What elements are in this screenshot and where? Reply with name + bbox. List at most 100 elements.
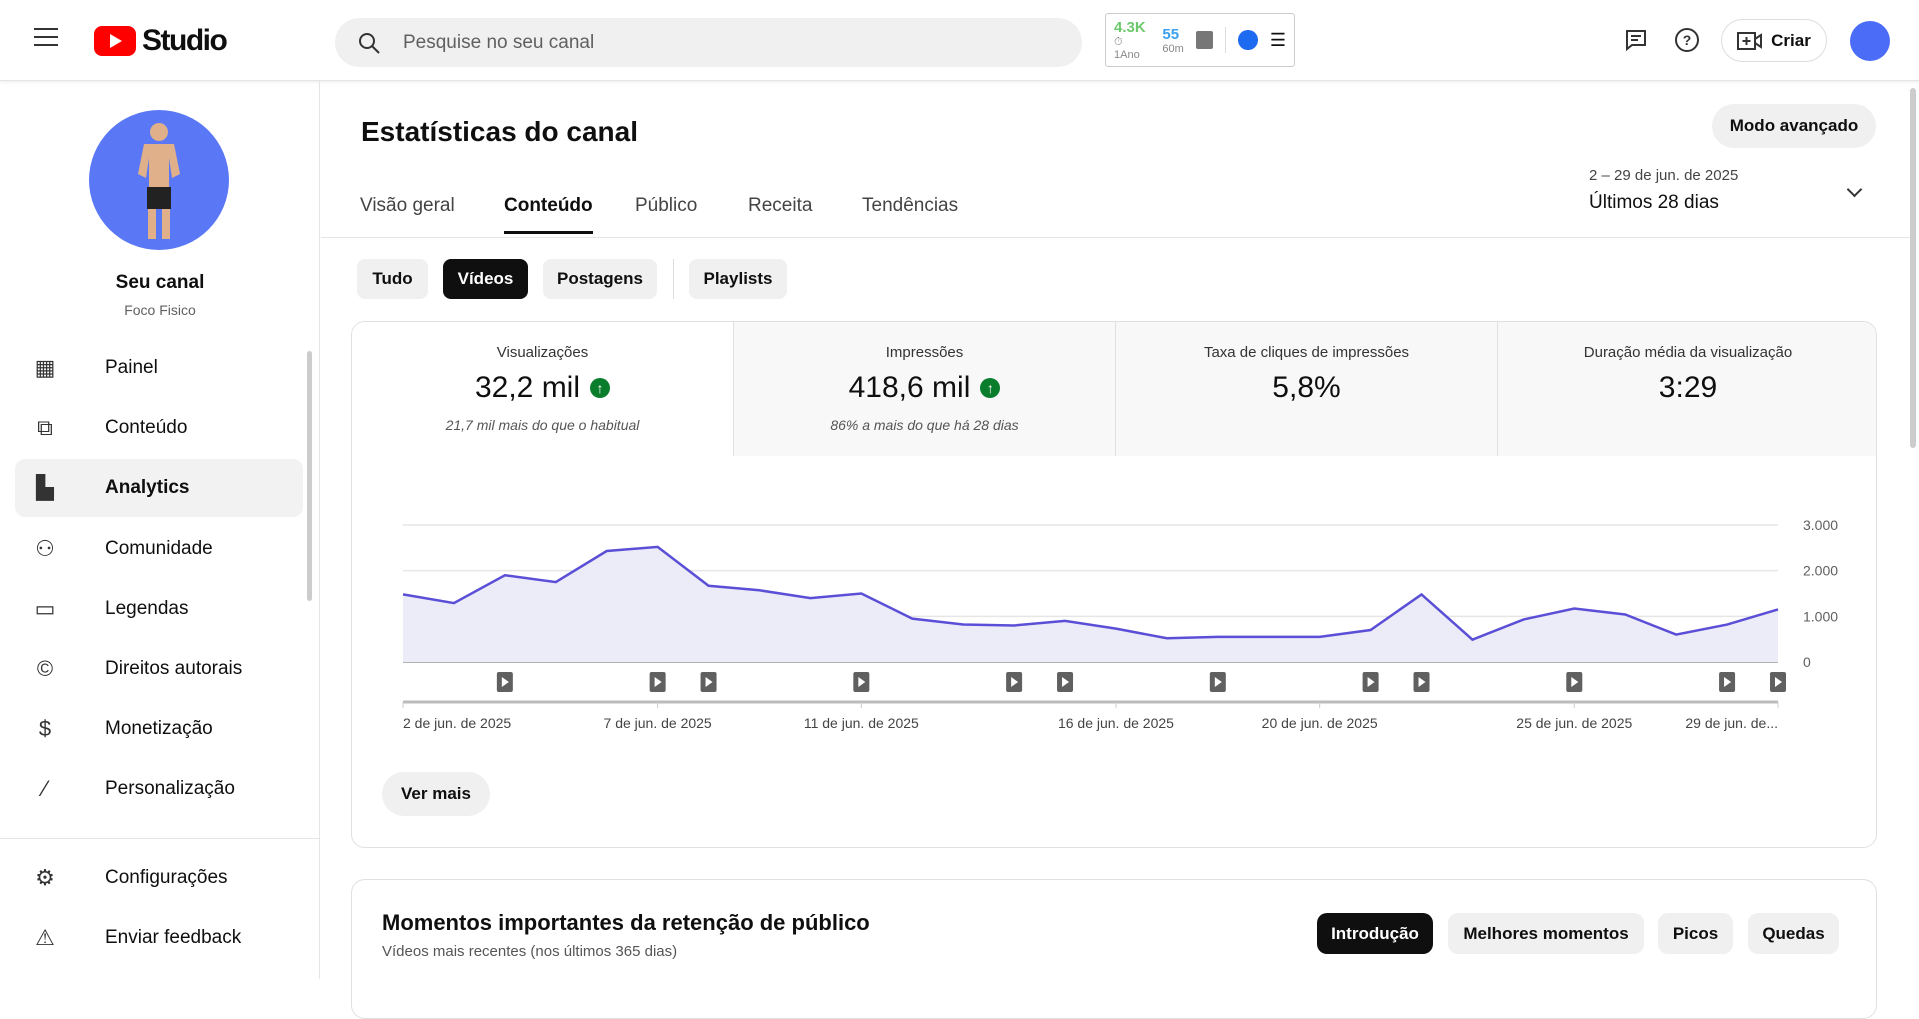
- sidebar-item-direitos[interactable]: © Direitos autorais: [15, 640, 303, 698]
- video-marker[interactable]: [1209, 672, 1226, 692]
- tab-tendencias[interactable]: Tendências: [862, 195, 958, 231]
- sidebar-item-painel[interactable]: ▦ Painel: [15, 339, 303, 397]
- sidebar-item-feedback[interactable]: ⚠ Enviar feedback: [15, 909, 303, 967]
- tab-publico[interactable]: Público: [635, 195, 697, 231]
- drops-button[interactable]: Quedas: [1748, 913, 1839, 954]
- video-marker[interactable]: [1719, 672, 1736, 692]
- video-marker[interactable]: [1413, 672, 1430, 692]
- account-avatar[interactable]: [1850, 21, 1890, 61]
- views-chart[interactable]: 3.000 2.000 1.000 0 2 de jun. de 2025 7 de ju…: [352, 322, 1877, 848]
- ext-period-text: 1Ano: [1114, 49, 1140, 61]
- community-icon: ⚇: [35, 536, 55, 561]
- sidebar-item-label: Enviar feedback: [105, 927, 242, 948]
- search-icon: [359, 32, 380, 54]
- analytics-icon: ▙: [36, 475, 54, 500]
- search-input[interactable]: [403, 31, 1003, 54]
- chevron-down-icon[interactable]: [1846, 181, 1863, 198]
- page-scrollbar[interactable]: [1910, 88, 1916, 448]
- video-marker[interactable]: [1770, 672, 1786, 692]
- sidebar-item-legendas[interactable]: ▭ Legendas: [15, 580, 303, 638]
- ext-realtime: 55: [1162, 25, 1180, 43]
- x-tick-label: 7 de jun. de 2025: [604, 715, 712, 731]
- sidebar-scrollbar[interactable]: [307, 351, 312, 601]
- subtitles-icon: ▭: [34, 596, 56, 621]
- x-tick-label: 29 de jun. de...: [1685, 715, 1778, 731]
- y-tick-label: 0: [1803, 654, 1811, 670]
- create-button[interactable]: Criar: [1721, 19, 1827, 62]
- x-tick-label: 20 de jun. de 2025: [1262, 715, 1378, 731]
- sidebar-item-monetizacao[interactable]: $ Monetização: [15, 700, 303, 758]
- metrics-card: Visualizações 32,2 mil ↑ 21,7 mil mais do q…: [351, 321, 1877, 848]
- ext-views: 4.3K: [1114, 19, 1146, 36]
- sidebar-item-label: Monetização: [105, 718, 213, 739]
- date-preset[interactable]: Últimos 28 dias: [1589, 192, 1719, 214]
- retention-title: Momentos importantes da retenção de públ…: [382, 910, 870, 935]
- sidebar-item-personalizacao[interactable]: ⁄ Personalização: [15, 760, 303, 818]
- vidiq-extension[interactable]: 4.3K ⏱ 1Ano 55 60m ☰: [1105, 13, 1295, 67]
- sidebar-item-label: Conteúdo: [105, 417, 188, 438]
- video-marker[interactable]: [700, 672, 717, 692]
- video-marker[interactable]: [496, 672, 513, 692]
- video-marker[interactable]: [853, 672, 870, 692]
- copyright-icon: ©: [36, 656, 54, 681]
- sidebar-item-label: Direitos autorais: [105, 658, 243, 679]
- sidebar-item-analytics[interactable]: ▙ Analytics: [15, 459, 303, 517]
- sidebar-item-label: Comunidade: [105, 538, 213, 559]
- chip-playlists[interactable]: Playlists: [689, 259, 787, 299]
- chip-videos[interactable]: Vídeos: [443, 259, 528, 299]
- divider: [1225, 27, 1227, 53]
- sidebar-item-label: Configurações: [105, 867, 228, 888]
- page-title: Estatísticas do canal: [361, 116, 639, 147]
- feedback-icon: ⚠: [35, 925, 55, 950]
- channel-avatar[interactable]: [89, 110, 229, 250]
- retention-card: Momentos importantes da retenção de públ…: [351, 879, 1877, 1019]
- dollar-icon: $: [38, 716, 52, 741]
- x-tick-label: 2 de jun. de 2025: [403, 715, 511, 731]
- date-range[interactable]: 2 – 29 de jun. de 2025: [1589, 167, 1738, 184]
- sidebar-item-label: Painel: [105, 357, 158, 378]
- create-video-icon: [1737, 31, 1763, 50]
- intro-button[interactable]: Introdução: [1317, 913, 1433, 954]
- ext-period: ⏱ 1Ano: [1114, 36, 1140, 61]
- sidebar-item-configuracoes[interactable]: ⚙ Configurações: [15, 849, 303, 907]
- x-tick-label: 11 de jun. de 2025: [804, 715, 919, 731]
- sidebar-item-label: Legendas: [105, 598, 189, 619]
- menu-icon[interactable]: [34, 28, 58, 46]
- vidiq-icon[interactable]: [1238, 30, 1258, 50]
- video-marker[interactable]: [1566, 672, 1583, 692]
- chip-tudo[interactable]: Tudo: [357, 259, 428, 299]
- video-marker[interactable]: [1006, 672, 1023, 692]
- best-moments-button[interactable]: Melhores momentos: [1448, 913, 1644, 954]
- search-bar[interactable]: [335, 18, 1082, 67]
- channel-name: Seu canal: [115, 272, 205, 293]
- tab-conteudo[interactable]: Conteúdo: [504, 195, 593, 234]
- y-tick-label: 1.000: [1803, 608, 1838, 624]
- video-marker[interactable]: [649, 672, 666, 692]
- bar-chart-icon[interactable]: [1195, 31, 1214, 49]
- see-more-button[interactable]: Ver mais: [382, 772, 490, 816]
- channel-handle: Foco Fisico: [124, 302, 196, 318]
- y-tick-label: 3.000: [1803, 517, 1838, 533]
- gear-icon: ⚙: [35, 865, 55, 890]
- chip-postagens[interactable]: Postagens: [543, 259, 657, 299]
- ext-realtime-period: 60m: [1162, 42, 1184, 55]
- video-marker[interactable]: [1057, 672, 1074, 692]
- help-icon[interactable]: ?: [1669, 22, 1705, 58]
- sidebar-item-label: Analytics: [105, 477, 190, 498]
- hamburger-icon[interactable]: ☰: [1270, 30, 1286, 51]
- studio-logo[interactable]: Studio: [94, 24, 228, 58]
- youtube-logo-icon: [94, 26, 136, 56]
- x-tick-label: 16 de jun. de 2025: [1058, 715, 1174, 731]
- feedback-icon[interactable]: [1618, 22, 1654, 58]
- tab-receita[interactable]: Receita: [748, 195, 812, 231]
- divider: [673, 259, 674, 299]
- x-tick-label: 25 de jun. de 2025: [1516, 715, 1632, 731]
- sidebar-item-conteudo[interactable]: ⧉ Conteúdo: [15, 399, 303, 457]
- video-marker[interactable]: [1362, 672, 1379, 692]
- advanced-mode-button[interactable]: Modo avançado: [1712, 104, 1876, 148]
- divider: [321, 237, 1911, 238]
- sidebar-item-comunidade[interactable]: ⚇ Comunidade: [15, 520, 303, 578]
- tab-visao-geral[interactable]: Visão geral: [360, 195, 455, 231]
- peaks-button[interactable]: Picos: [1658, 913, 1733, 954]
- magic-wand-icon: ⁄: [43, 776, 47, 801]
